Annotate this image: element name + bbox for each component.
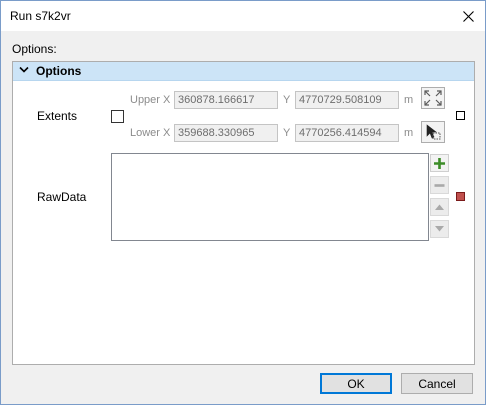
ok-button[interactable]: OK — [320, 373, 392, 394]
move-down-button[interactable] — [430, 220, 449, 238]
add-item-button[interactable] — [430, 154, 449, 172]
options-label: Options: — [12, 42, 57, 56]
arrow-up-icon — [435, 204, 444, 210]
lower-y-label: Y — [283, 127, 291, 139]
upper-x-label: Upper X — [130, 94, 171, 106]
lower-x-label: Lower X — [130, 127, 171, 139]
upper-y-label: Y — [283, 94, 291, 106]
upper-unit-label: m — [404, 94, 414, 106]
options-group-title: Options — [36, 64, 82, 78]
options-panel: Options Extents Upper X 360878.166617 Y … — [12, 61, 475, 365]
close-icon — [462, 10, 474, 22]
remove-item-button[interactable] — [430, 176, 449, 194]
move-up-button[interactable] — [430, 198, 449, 216]
cancel-button[interactable]: Cancel — [401, 373, 473, 394]
upper-y-field[interactable]: 4770729.508109 — [295, 91, 399, 109]
window-title: Run s7k2vr — [10, 9, 71, 23]
title-bar: Run s7k2vr — [1, 1, 485, 31]
arrow-down-icon — [435, 226, 444, 232]
rawdata-list[interactable] — [111, 153, 429, 241]
minus-icon — [434, 183, 445, 187]
upper-x-field[interactable]: 360878.166617 — [174, 91, 278, 109]
plus-icon — [434, 157, 445, 169]
dialog-window: Run s7k2vr Options: Options Extents Uppe… — [0, 0, 486, 405]
extents-label: Extents — [37, 109, 78, 123]
select-extent-button[interactable] — [421, 121, 445, 143]
extents-optional-marker — [456, 111, 465, 120]
rawdata-label: RawData — [37, 190, 87, 204]
options-group-header[interactable]: Options — [13, 62, 474, 81]
full-extent-icon — [424, 90, 442, 106]
lower-unit-label: m — [404, 127, 414, 139]
rawdata-required-marker — [456, 192, 465, 201]
lower-y-field[interactable]: 4770256.414594 — [295, 124, 399, 142]
chevron-down-icon[interactable] — [19, 66, 29, 74]
lower-x-field[interactable]: 359688.330965 — [174, 124, 278, 142]
select-arrow-icon — [426, 124, 441, 140]
extents-checkbox[interactable] — [111, 110, 124, 123]
close-button[interactable] — [451, 1, 485, 31]
zoom-extents-button[interactable] — [421, 87, 445, 109]
